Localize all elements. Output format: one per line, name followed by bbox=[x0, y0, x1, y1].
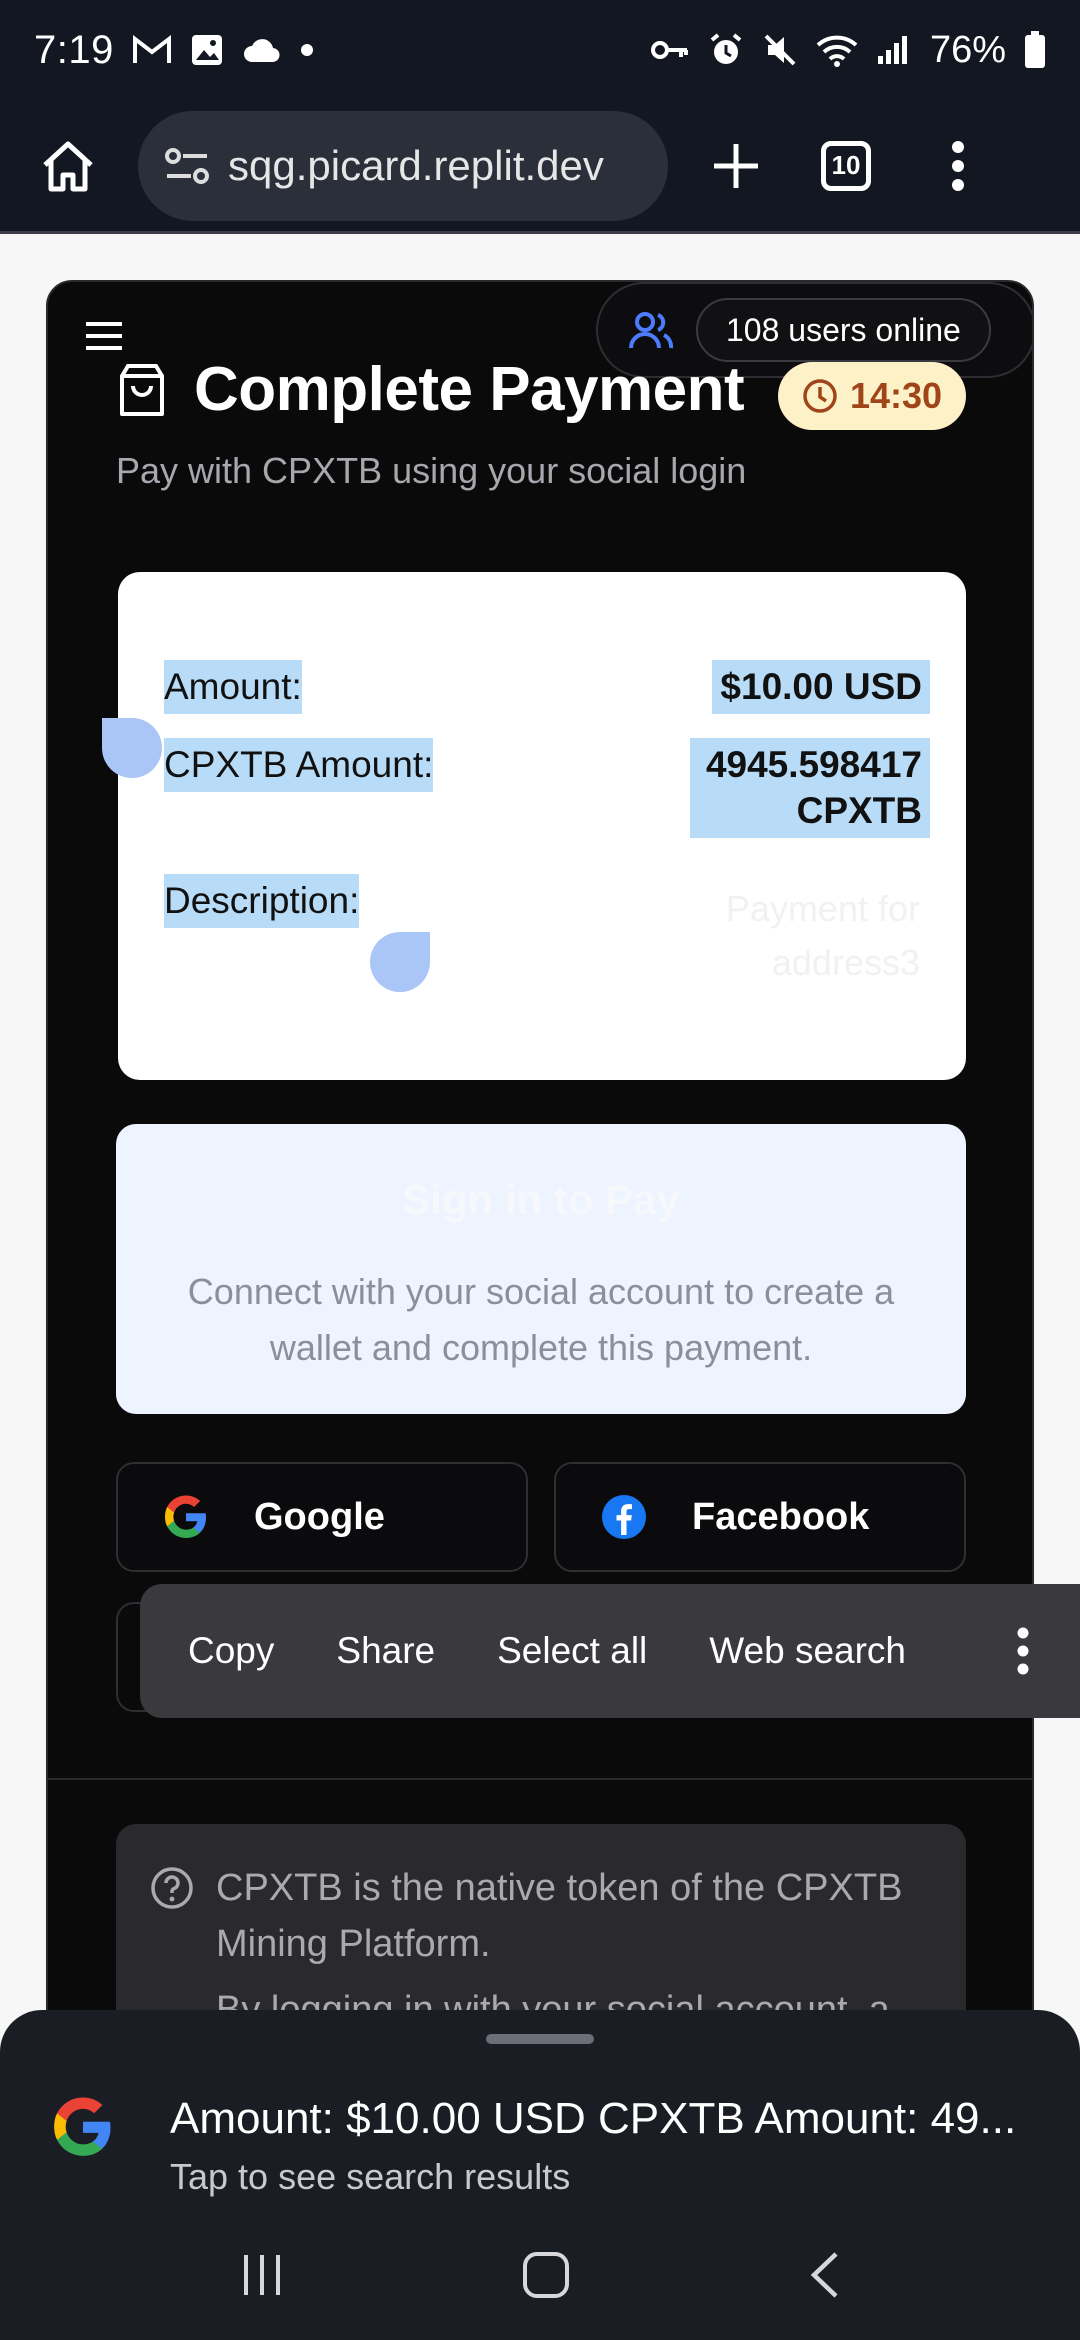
cpxtb-amount-number: 4945.598417 bbox=[705, 744, 922, 785]
address-bar[interactable]: sqg.picard.replit.dev bbox=[138, 110, 668, 221]
wifi-icon bbox=[816, 35, 858, 67]
google-login-button[interactable]: Google bbox=[116, 1462, 528, 1572]
search-bottom-sheet[interactable]: Amount: $10.00 USD CPXTB Amount: 49... T… bbox=[0, 2010, 1080, 2340]
amount-label: Amount: bbox=[164, 660, 302, 714]
notification-dot-icon bbox=[300, 44, 313, 56]
back-nav-icon[interactable] bbox=[806, 2250, 842, 2300]
search-query-text: Amount: $10.00 USD CPXTB Amount: 49... bbox=[170, 2094, 1017, 2143]
signal-icon bbox=[877, 36, 907, 64]
site-settings-icon bbox=[165, 147, 209, 184]
home-nav-icon[interactable] bbox=[521, 2250, 571, 2300]
facebook-label: Facebook bbox=[692, 1495, 870, 1538]
gallery-icon bbox=[191, 35, 222, 65]
page-subtitle: Pay with CPXTB using your social login bbox=[116, 450, 747, 491]
clock-icon bbox=[803, 379, 837, 413]
text-selection-menu: Copy Share Select all Web search bbox=[140, 1584, 1080, 1718]
system-nav-bar bbox=[0, 2210, 1080, 2340]
facebook-login-button[interactable]: Facebook bbox=[554, 1462, 966, 1572]
timer-value: 14:30 bbox=[850, 375, 943, 416]
battery-percent: 76% bbox=[929, 28, 1006, 71]
description-label: Description: bbox=[164, 874, 360, 928]
cloud-icon bbox=[243, 39, 280, 63]
status-bar: 7:19 76% bbox=[0, 0, 1080, 100]
title-row: Complete Payment bbox=[116, 354, 745, 425]
tab-switcher-button[interactable]: 10 bbox=[808, 128, 884, 204]
more-vert-icon bbox=[952, 140, 964, 191]
payment-details: Amount: $10.00 USD CPXTB Amount: 4945.59… bbox=[102, 572, 966, 1080]
copy-menu-item[interactable]: Copy bbox=[188, 1630, 274, 1672]
new-tab-button[interactable] bbox=[698, 128, 774, 204]
share-menu-item[interactable]: Share bbox=[336, 1630, 435, 1672]
signin-panel: Sign in to Pay Connect with your social … bbox=[116, 1124, 966, 1414]
tab-count: 10 bbox=[821, 140, 871, 191]
status-time: 7:19 bbox=[34, 27, 114, 72]
select-all-menu-item[interactable]: Select all bbox=[497, 1630, 647, 1672]
description-line2: address3 bbox=[771, 942, 920, 983]
mute-icon bbox=[764, 34, 796, 66]
recent-apps-icon[interactable] bbox=[238, 2252, 286, 2298]
cpxtb-amount-label: CPXTB Amount: bbox=[164, 738, 434, 792]
browser-toolbar: sqg.picard.replit.dev 10 bbox=[0, 100, 1080, 234]
signin-description: Connect with your social account to crea… bbox=[187, 1271, 895, 1368]
web-search-menu-item[interactable]: Web search bbox=[709, 1630, 906, 1672]
shopping-bag-icon bbox=[120, 363, 164, 416]
alarm-icon bbox=[710, 33, 742, 64]
description-line1: Payment for bbox=[725, 888, 920, 929]
info-line-1: CPXTB is the native token of the CPXTB M… bbox=[216, 1867, 903, 1965]
url-text: sqg.picard.replit.dev bbox=[228, 141, 604, 189]
browser-menu-button[interactable] bbox=[920, 128, 996, 204]
hamburger-menu-icon[interactable] bbox=[84, 320, 124, 352]
cpxtb-amount-value: 4945.598417 CPXTB bbox=[690, 738, 930, 838]
section-divider bbox=[48, 1778, 1032, 1780]
home-button[interactable] bbox=[30, 128, 106, 204]
home-icon bbox=[43, 141, 93, 191]
sheet-drag-handle[interactable] bbox=[486, 2034, 594, 2044]
amount-value: $10.00 USD bbox=[712, 660, 930, 714]
plus-icon bbox=[714, 143, 758, 188]
description-value: Payment for address3 bbox=[660, 882, 920, 990]
countdown-timer: 14:30 bbox=[778, 362, 967, 430]
search-hint-text: Tap to see search results bbox=[170, 2156, 571, 2197]
help-circle-icon bbox=[151, 1867, 193, 1909]
signin-title: Sign in to Pay bbox=[402, 1176, 680, 1223]
google-logo-icon bbox=[165, 1495, 206, 1538]
gmail-icon bbox=[132, 34, 171, 63]
vpn-key-icon bbox=[650, 41, 688, 59]
more-options-icon[interactable] bbox=[1016, 1627, 1030, 1675]
selection-start-handle[interactable] bbox=[102, 718, 162, 778]
cpxtb-amount-unit: CPXTB bbox=[796, 790, 922, 831]
google-label: Google bbox=[254, 1495, 385, 1538]
google-search-icon bbox=[54, 2097, 111, 2156]
page-title: Complete Payment bbox=[194, 355, 745, 424]
battery-icon bbox=[1025, 31, 1045, 68]
facebook-logo-icon bbox=[602, 1495, 646, 1539]
selection-end-handle[interactable] bbox=[370, 932, 430, 992]
users-online-badge: 108 users online bbox=[696, 298, 991, 362]
users-icon bbox=[629, 312, 674, 349]
